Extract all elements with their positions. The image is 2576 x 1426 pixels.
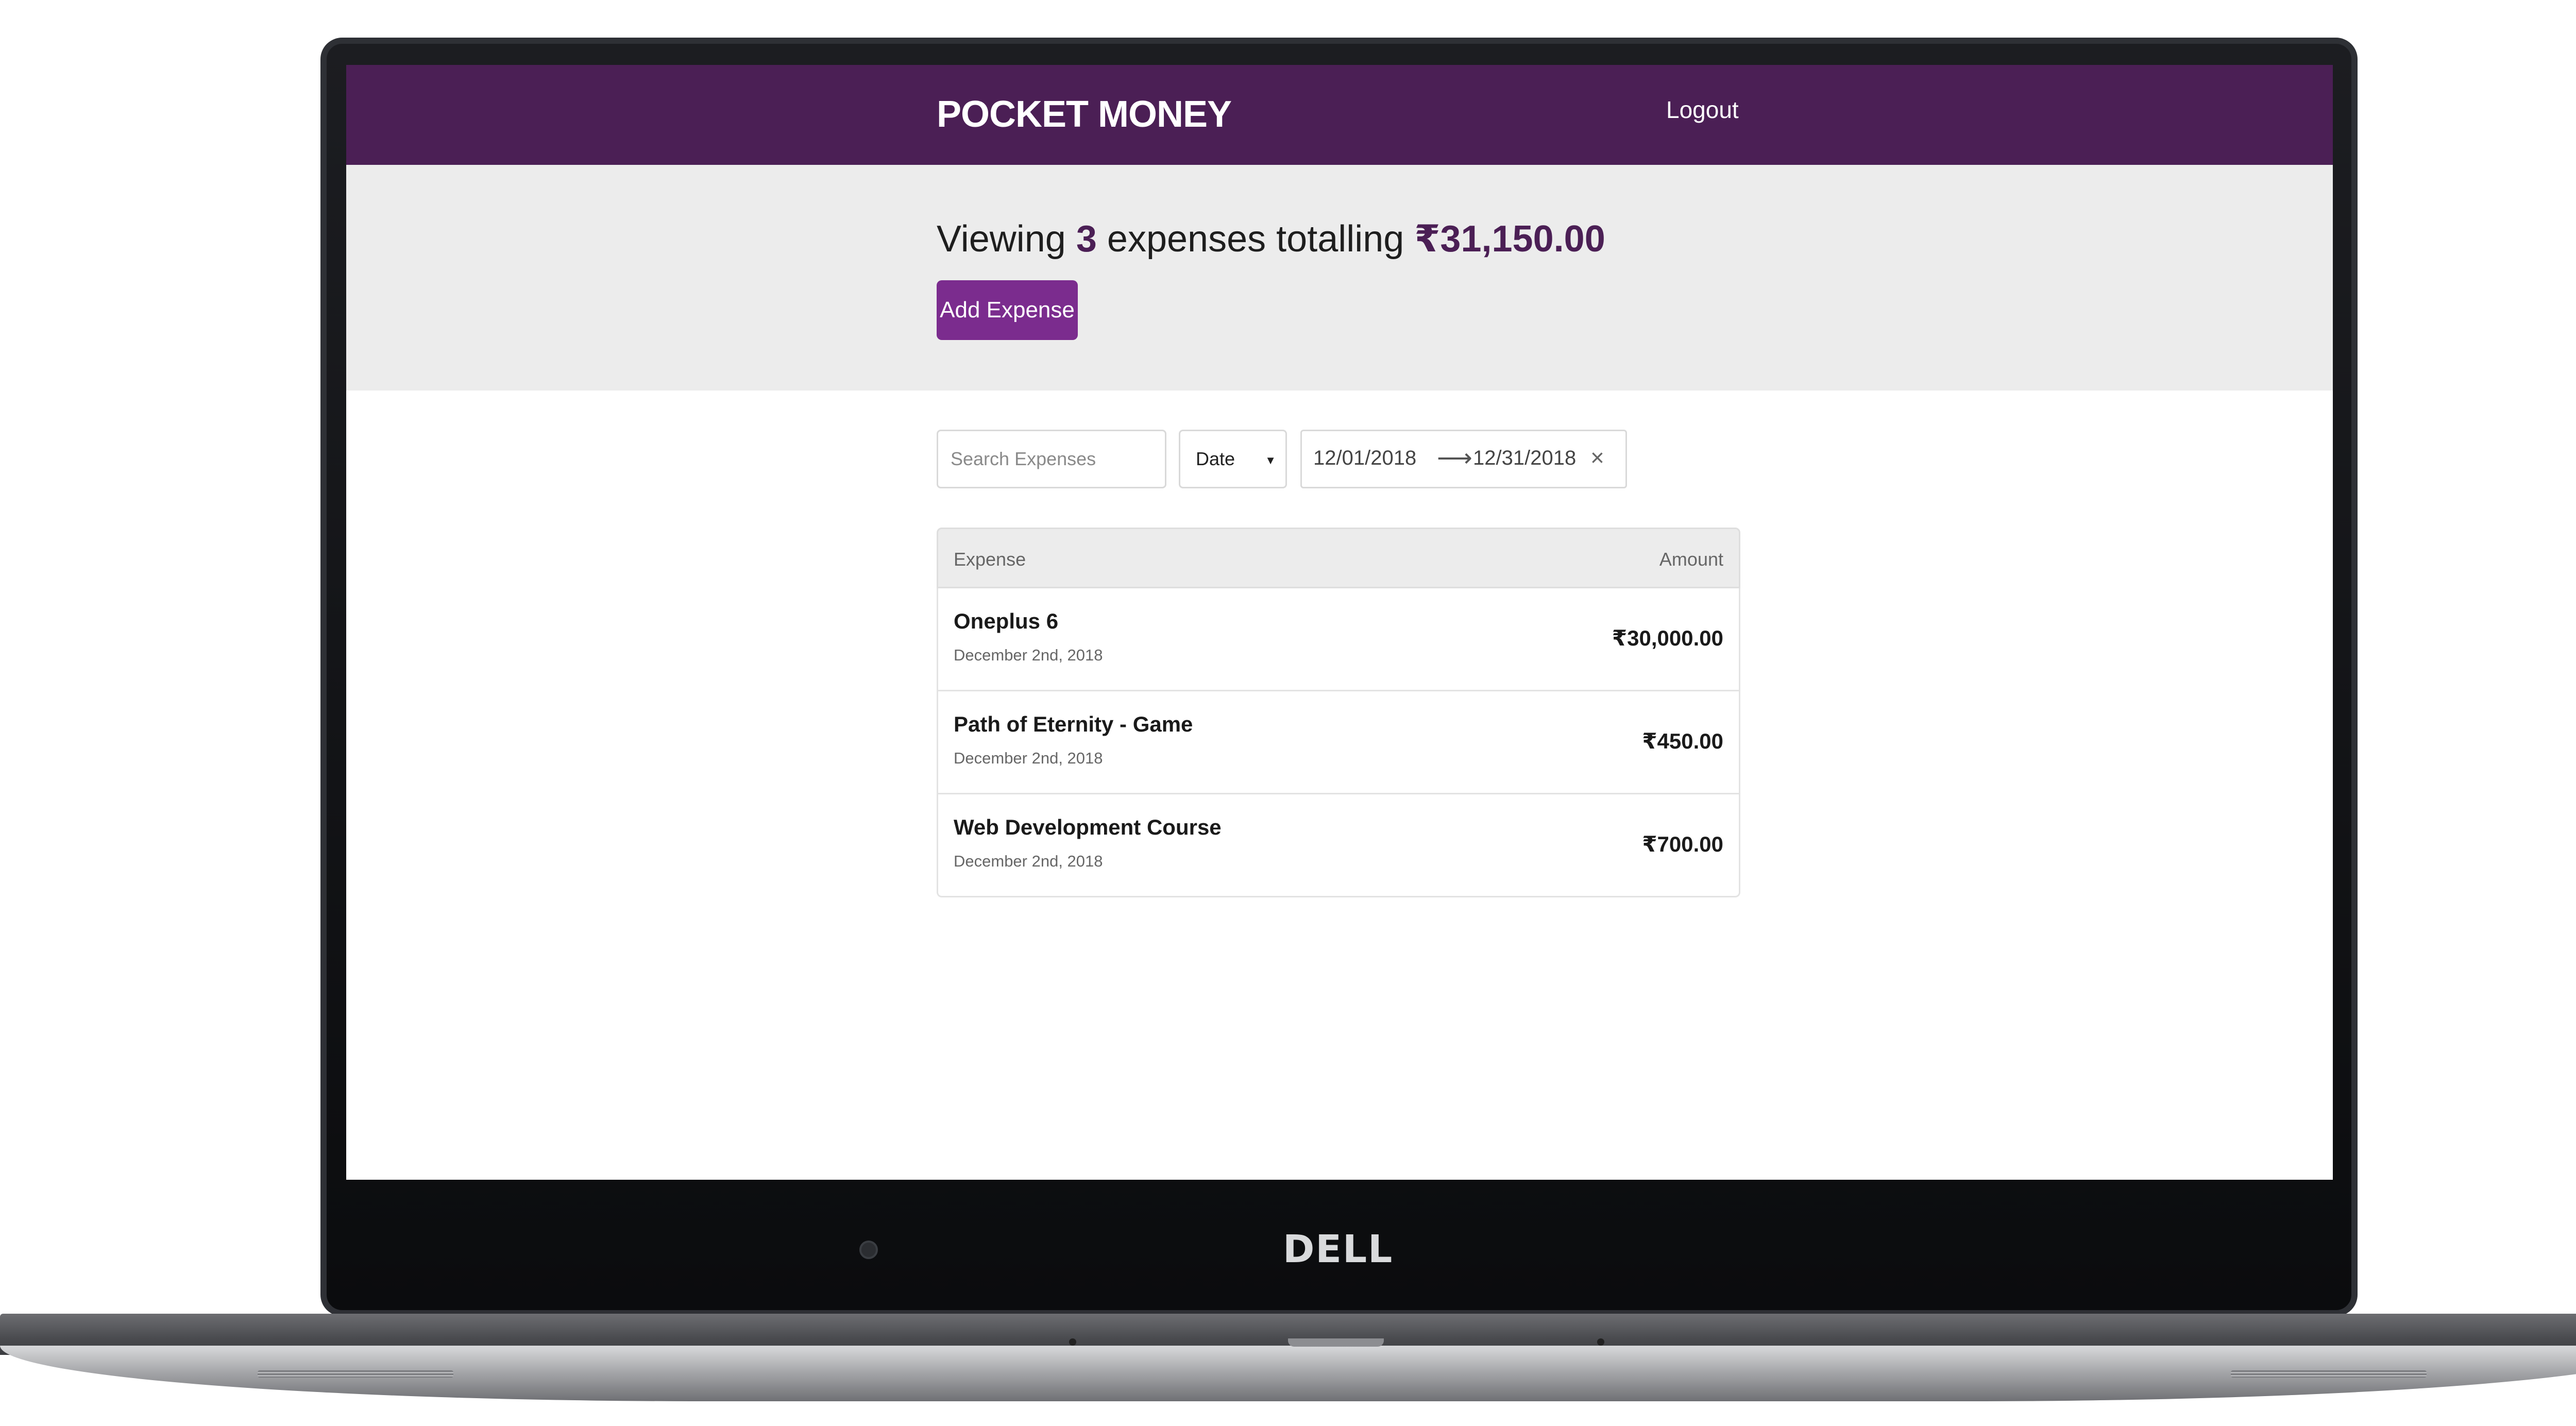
expense-amount: ₹700.00 bbox=[1642, 832, 1723, 856]
logout-button[interactable]: Logout bbox=[1666, 92, 1739, 128]
expense-total: ₹31,150.00 bbox=[1414, 218, 1605, 260]
app-screen: POCKET MONEY Logout Viewing 3 expenses t… bbox=[346, 65, 2333, 1180]
brand-logo: DELL bbox=[1283, 1227, 1394, 1271]
summary-middle: expenses totalling bbox=[1107, 218, 1404, 260]
summary-section: Viewing 3 expenses totalling ₹31,150.00 … bbox=[346, 165, 2333, 391]
expense-name: Oneplus 6 bbox=[954, 609, 1059, 633]
search-input[interactable] bbox=[937, 430, 1166, 488]
vent-left bbox=[258, 1370, 453, 1378]
expense-table: Expense Amount Oneplus 6 December 2nd, 2… bbox=[937, 528, 1740, 897]
expense-date: December 2nd, 2018 bbox=[954, 852, 1103, 870]
start-date-input[interactable]: 12/01/2018 bbox=[1313, 447, 1416, 470]
webcam-icon bbox=[859, 1241, 878, 1259]
add-expense-button[interactable]: Add Expense bbox=[937, 280, 1078, 340]
rubber-foot bbox=[1597, 1338, 1604, 1346]
clear-dates-icon[interactable]: × bbox=[1590, 444, 1604, 471]
table-row[interactable]: Web Development Course December 2nd, 201… bbox=[937, 794, 1740, 897]
expense-name: Web Development Course bbox=[954, 815, 1222, 839]
expense-date: December 2nd, 2018 bbox=[954, 646, 1103, 664]
date-range-picker[interactable]: 12/01/2018 ⟶ 12/31/2018 × bbox=[1300, 430, 1627, 488]
table-row[interactable]: Oneplus 6 December 2nd, 2018 ₹30,000.00 bbox=[937, 588, 1740, 691]
app-header: POCKET MONEY Logout bbox=[346, 65, 2333, 165]
rubber-foot bbox=[1069, 1338, 1076, 1346]
column-header-amount: Amount bbox=[1659, 549, 1723, 570]
expense-date: December 2nd, 2018 bbox=[954, 749, 1103, 767]
lid-notch bbox=[1288, 1338, 1384, 1347]
summary-prefix: Viewing bbox=[937, 218, 1066, 260]
expense-name: Path of Eternity - Game bbox=[954, 712, 1193, 736]
sort-select[interactable]: Date ▼ bbox=[1179, 430, 1287, 488]
expense-summary: Viewing 3 expenses totalling ₹31,150.00 bbox=[937, 214, 1605, 264]
column-header-expense: Expense bbox=[954, 549, 1026, 570]
app-title[interactable]: POCKET MONEY bbox=[937, 91, 1232, 138]
vent-right bbox=[2231, 1370, 2427, 1378]
arrow-right-icon: ⟶ bbox=[1437, 445, 1472, 472]
expense-count: 3 bbox=[1076, 218, 1097, 260]
table-row[interactable]: Path of Eternity - Game December 2nd, 20… bbox=[937, 691, 1740, 794]
caret-down-icon: ▼ bbox=[1265, 454, 1276, 467]
sort-select-value: Date bbox=[1196, 448, 1235, 469]
expense-amount: ₹30,000.00 bbox=[1612, 626, 1723, 650]
end-date-input[interactable]: 12/31/2018 bbox=[1473, 447, 1576, 470]
expense-amount: ₹450.00 bbox=[1642, 729, 1723, 753]
table-header: Expense Amount bbox=[937, 528, 1740, 588]
